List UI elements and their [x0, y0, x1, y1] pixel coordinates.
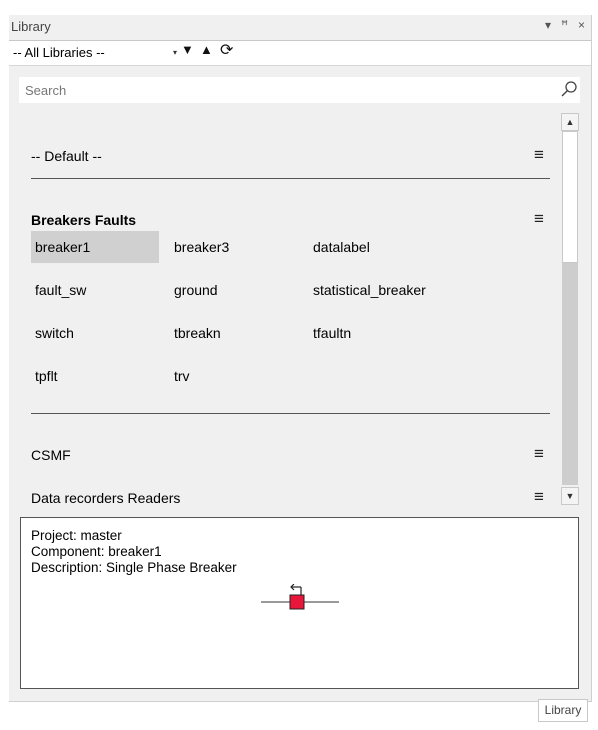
panel-titlebar: Library ▾ ꟸ × [9, 15, 591, 39]
category-default[interactable]: -- Default -- [31, 148, 102, 164]
component-item[interactable]: datalabel [309, 231, 469, 263]
pin-icon[interactable]: ꟸ [561, 18, 568, 32]
close-icon[interactable]: × [578, 18, 585, 32]
component-item[interactable]: tpflt [31, 360, 159, 392]
dropdown-icon[interactable]: ▾ [545, 18, 551, 32]
scroll-up-icon[interactable]: ▲ [561, 113, 579, 131]
divider [31, 178, 550, 179]
library-select[interactable]: -- All Libraries -- ▾ [11, 44, 177, 62]
library-select-value: -- All Libraries -- [13, 45, 105, 60]
component-label: Component: breaker1 [31, 544, 162, 559]
description-panel: Project: master Component: breaker1 Desc… [20, 517, 579, 689]
library-panel: Library ▾ ꟸ × -- All Libraries -- ▾ ▼ ▲ … [9, 15, 592, 702]
refresh-icon[interactable]: ⟳ [220, 40, 233, 60]
scroll-down-icon[interactable]: ▼ [561, 487, 579, 505]
component-list: -- Default -- ≡ Breakers Faults ≡ breake… [9, 111, 591, 505]
component-item[interactable]: switch [31, 317, 159, 349]
component-item[interactable]: tfaultn [309, 317, 469, 349]
menu-icon[interactable]: ≡ [534, 487, 544, 505]
menu-icon[interactable]: ≡ [534, 444, 544, 464]
vertical-scrollbar[interactable]: ▲ ▼ [561, 113, 579, 505]
category-data-recorders[interactable]: Data recorders Readers [31, 490, 180, 505]
divider [31, 413, 550, 414]
tab-library[interactable]: Library [538, 699, 588, 722]
library-toolbar: -- All Libraries -- ▾ ▼ ▲ ⟳ [9, 40, 591, 66]
category-csmf[interactable]: CSMF [31, 447, 71, 463]
search-icon[interactable] [560, 80, 578, 103]
component-item[interactable]: breaker3 [170, 231, 298, 263]
component-item[interactable]: statistical_breaker [309, 274, 469, 306]
move-up-icon[interactable]: ▲ [200, 42, 213, 57]
scrollbar-track[interactable] [562, 263, 578, 485]
chevron-down-icon[interactable]: ▾ [173, 48, 177, 57]
component-item[interactable]: ground [170, 274, 298, 306]
component-item[interactable]: trv [170, 360, 298, 392]
scrollbar-thumb[interactable] [562, 131, 578, 263]
breaker-symbol-icon [261, 584, 339, 610]
project-label: Project: master [31, 528, 122, 543]
search-input[interactable]: Search [19, 77, 580, 103]
category-breakers-faults[interactable]: Breakers Faults [31, 212, 136, 228]
panel-title: Library [11, 19, 51, 34]
search-placeholder: Search [25, 83, 67, 98]
component-item[interactable]: tbreakn [170, 317, 298, 349]
description-label: Description: Single Phase Breaker [31, 560, 237, 575]
menu-icon[interactable]: ≡ [534, 145, 544, 165]
component-item[interactable]: fault_sw [31, 274, 159, 306]
move-down-icon[interactable]: ▼ [181, 42, 194, 57]
menu-icon[interactable]: ≡ [534, 209, 544, 229]
component-item[interactable]: breaker1 [31, 231, 159, 263]
